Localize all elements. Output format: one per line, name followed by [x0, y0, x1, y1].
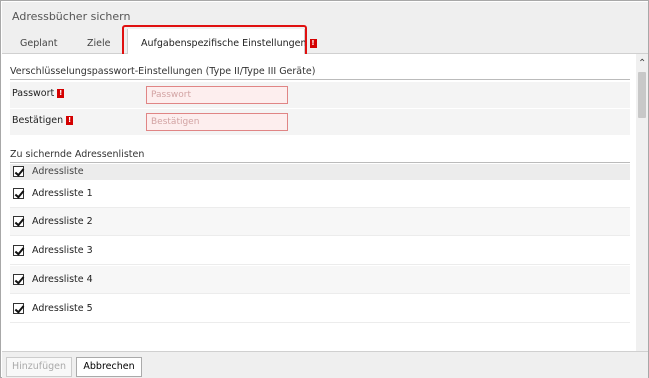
- tab-ziele[interactable]: Ziele: [87, 38, 110, 49]
- addresslist-checkbox[interactable]: [13, 303, 24, 314]
- confirm-password-input[interactable]: [146, 113, 288, 131]
- confirm-row: Bestätigen!: [10, 109, 630, 135]
- list-item[interactable]: Adressliste 1: [10, 180, 630, 208]
- chevron-up-icon[interactable]: ⌃: [638, 58, 646, 69]
- cancel-button[interactable]: Abbrechen: [76, 357, 142, 377]
- list-item[interactable]: Adressliste 2: [10, 208, 630, 236]
- dialog-header: Adressbücher sichern Geplant Ziele Aufga…: [2, 2, 648, 57]
- addresslist-label: Adressliste 1: [32, 188, 93, 199]
- addresslist-label: Adressliste 4: [32, 274, 93, 285]
- password-row: Passwort!: [10, 82, 630, 108]
- dialog-footer: Hinzufügen Abbrechen: [2, 351, 648, 378]
- add-button[interactable]: Hinzufügen: [6, 357, 72, 377]
- addresslist-label: Adressliste 2: [32, 216, 93, 227]
- select-all-checkbox[interactable]: [13, 166, 24, 177]
- dialog-title: Adressbücher sichern: [12, 10, 131, 23]
- addresslist-checkbox[interactable]: [13, 216, 24, 227]
- tab-task-settings[interactable]: Aufgabenspezifische Einstellungen!: [127, 29, 317, 57]
- confirm-label: Bestätigen: [12, 115, 64, 126]
- addresslist-checkbox[interactable]: [13, 274, 24, 285]
- tab-task-settings-label: Aufgabenspezifische Einstellungen: [141, 38, 307, 49]
- tab-geplant[interactable]: Geplant: [20, 38, 57, 49]
- encryption-heading: Verschlüsselungspasswort-Einstellungen (…: [10, 66, 630, 80]
- settings-content: Verschlüsselungspasswort-Einstellungen (…: [2, 54, 648, 351]
- addresslist-label: Adressliste 5: [32, 303, 93, 314]
- required-badge-icon: !: [66, 116, 74, 125]
- addresslist-checkbox[interactable]: [13, 245, 24, 256]
- vertical-scrollbar[interactable]: ⌃: [636, 54, 648, 351]
- password-label: Passwort: [12, 88, 55, 99]
- required-badge-icon: !: [57, 89, 65, 98]
- password-input[interactable]: [146, 86, 288, 104]
- list-item[interactable]: Adressliste 5: [10, 295, 630, 323]
- scrollbar-thumb[interactable]: [638, 72, 646, 118]
- column-header-label: Adressliste: [32, 166, 84, 177]
- addresslist-column-header: Adressliste: [10, 164, 630, 180]
- required-badge-icon: !: [309, 39, 317, 48]
- list-item[interactable]: Adressliste 3: [10, 237, 630, 265]
- list-item[interactable]: Adressliste 4: [10, 266, 630, 294]
- addresslist-label: Adressliste 3: [32, 245, 93, 256]
- addresslists-heading: Zu sichernde Adressenlisten: [10, 149, 630, 163]
- addresslist-checkbox[interactable]: [13, 188, 24, 199]
- backup-addressbooks-dialog: Adressbücher sichern Geplant Ziele Aufga…: [0, 0, 649, 378]
